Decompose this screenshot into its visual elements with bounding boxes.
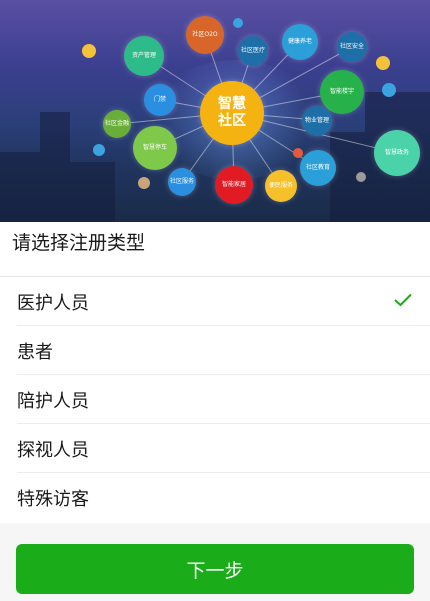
node-property: 物业管理 (302, 106, 332, 136)
node-o2o: 社区O2O (186, 16, 224, 54)
option-label: 探视人员 (17, 440, 89, 461)
option-medical-staff[interactable]: 医护人员 (0, 277, 430, 325)
node-edu: 社区教育 (300, 150, 336, 186)
node-finance: 社区金融 (103, 110, 131, 138)
node-smart-building: 智能楼宇 (320, 70, 364, 114)
banner-image: 社区O2O 资产管理 社区医疗 健康养老 社区安全 门禁 智慧 社区 智能楼宇 … (0, 0, 430, 222)
decor-dot (82, 44, 96, 58)
decor-dot (93, 144, 105, 156)
next-step-button[interactable]: 下一步 (16, 544, 414, 594)
node-home: 智能家居 (215, 166, 253, 204)
decor-dot (293, 148, 303, 158)
page-title: 请选择注册类型 (12, 232, 146, 254)
option-label: 患者 (17, 342, 53, 363)
node-smart-community: 智慧 社区 (200, 81, 264, 145)
node-asset: 资产管理 (124, 36, 164, 76)
node-hospital: 社区医疗 (238, 36, 268, 66)
decor-dot (233, 18, 243, 28)
node-security: 社区安全 (337, 32, 367, 62)
check-icon (394, 293, 412, 307)
decor-dot (356, 172, 366, 182)
node-service: 社区服务 (168, 168, 196, 196)
option-visitor[interactable]: 探视人员 (0, 424, 430, 472)
option-patient[interactable]: 患者 (0, 326, 430, 374)
node-health: 健康养老 (282, 24, 318, 60)
option-label: 医护人员 (17, 293, 89, 314)
decor-dot (376, 56, 390, 70)
node-door: 门禁 (144, 84, 176, 116)
option-caregiver[interactable]: 陪护人员 (0, 375, 430, 423)
node-convenience: 便民服务 (265, 170, 297, 202)
option-label: 陪护人员 (17, 391, 89, 412)
option-special-visitor[interactable]: 特殊访客 (0, 473, 430, 521)
node-parking: 智慧停车 (133, 126, 177, 170)
option-label: 特殊访客 (17, 489, 89, 510)
node-gov: 智慧政务 (374, 130, 420, 176)
decor-dot (382, 83, 396, 97)
decor-dot (138, 177, 150, 189)
